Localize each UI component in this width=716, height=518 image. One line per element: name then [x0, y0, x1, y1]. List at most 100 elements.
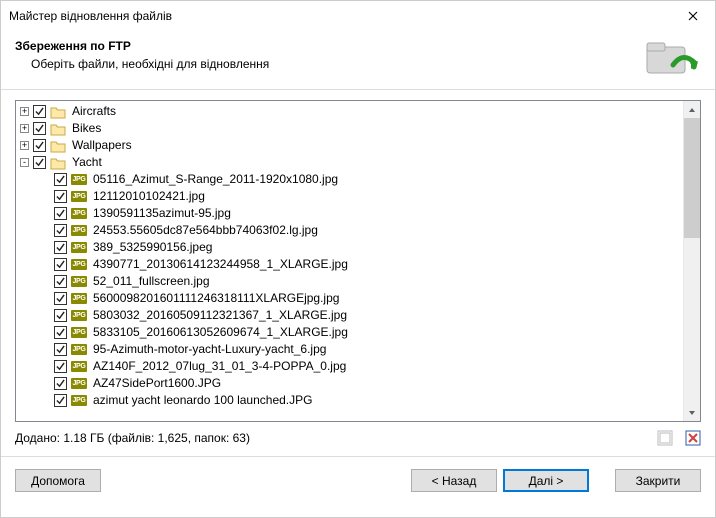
deselect-all-icon[interactable] — [685, 430, 701, 446]
separator-top — [1, 89, 715, 90]
jpg-file-icon: JPG — [71, 360, 87, 373]
status-bar: Додано: 1.18 ГБ (файлів: 1,625, папок: 6… — [1, 422, 715, 446]
checkbox-icon[interactable] — [33, 156, 46, 169]
close-icon — [688, 11, 698, 21]
tree-file-row[interactable]: JPG 24553.55605dc87e564bbb74063f02.lg.jpg — [20, 222, 683, 239]
checkbox-icon[interactable] — [54, 292, 67, 305]
vertical-scrollbar[interactable] — [683, 101, 700, 421]
tree-file-row[interactable]: JPG 5600098201601111246318111XLARGEjpg.jp… — [20, 290, 683, 307]
header-icon — [641, 37, 701, 81]
file-label: 52_011_fullscreen.jpg — [93, 273, 210, 290]
tree-file-row[interactable]: JPG 5803032_20160509112321367_1_XLARGE.jp… — [20, 307, 683, 324]
next-button[interactable]: Далі > — [503, 469, 589, 492]
jpg-file-icon: JPG — [71, 173, 87, 186]
jpg-file-icon: JPG — [71, 190, 87, 203]
close-button[interactable] — [670, 1, 715, 31]
page-subtitle: Оберіть файли, необхідні для відновлення — [15, 57, 641, 71]
tree-file-row[interactable]: JPG 5833105_20160613052609674_1_XLARGE.jp… — [20, 324, 683, 341]
jpg-file-icon: JPG — [71, 326, 87, 339]
tree-file-row[interactable]: JPG 12112010102421.jpg — [20, 188, 683, 205]
checkbox-icon[interactable] — [54, 309, 67, 322]
scroll-thumb[interactable] — [684, 118, 700, 238]
file-label: 05116_Azimut_S-Range_2011-1920x1080.jpg — [93, 171, 338, 188]
checkbox-icon[interactable] — [33, 122, 46, 135]
tree-file-row[interactable]: JPG 4390771_20130614123244958_1_XLARGE.jp… — [20, 256, 683, 273]
back-button[interactable]: < Назад — [411, 469, 497, 492]
file-label: 95-Azimuth-motor-yacht-Luxury-yacht_6.jp… — [93, 341, 326, 358]
tree-file-row[interactable]: JPG1390591135azimut-95.jpg — [20, 205, 683, 222]
select-all-icon[interactable] — [657, 430, 673, 446]
expand-toggle[interactable]: + — [20, 124, 29, 133]
checkbox-icon[interactable] — [54, 190, 67, 203]
jpg-file-icon: JPG — [71, 258, 87, 271]
status-text: Додано: 1.18 ГБ (файлів: 1,625, папок: 6… — [15, 431, 657, 445]
tree-file-row[interactable]: JPG 95-Azimuth-motor-yacht-Luxury-yacht_6… — [20, 341, 683, 358]
file-label: 24553.55605dc87e564bbb74063f02.lg.jpg — [93, 222, 318, 239]
checkbox-icon[interactable] — [54, 241, 67, 254]
checkbox-icon[interactable] — [54, 394, 67, 407]
checkbox-icon[interactable] — [33, 105, 46, 118]
jpg-file-icon: JPG — [71, 343, 87, 356]
expand-toggle[interactable]: - — [20, 158, 29, 167]
jpg-file-icon: JPG — [71, 275, 87, 288]
tree-folder-row[interactable]: + Wallpapers — [20, 137, 683, 154]
file-label: 5600098201601111246318111XLARGEjpg.jpg — [93, 290, 339, 307]
jpg-file-icon: JPG — [71, 292, 87, 305]
checkbox-icon[interactable] — [54, 173, 67, 186]
file-label: AZ47SidePort1600.JPG — [93, 375, 221, 392]
checkbox-icon[interactable] — [54, 343, 67, 356]
file-label: 5833105_20160613052609674_1_XLARGE.jpg — [93, 324, 348, 341]
folder-icon — [50, 122, 66, 136]
file-label: azimut yacht leonardo 100 launched.JPG — [93, 392, 312, 409]
tree-folder-row[interactable]: + Bikes — [20, 120, 683, 137]
window-title: Майстер відновлення файлів — [9, 9, 172, 23]
scroll-track[interactable] — [684, 118, 700, 404]
jpg-file-icon: JPG — [71, 377, 87, 390]
tree-file-row[interactable]: JPG 52_011_fullscreen.jpg — [20, 273, 683, 290]
file-tree[interactable]: + Aircrafts + Bikes + Wallpapers - Yacht JPG 0511… — [16, 101, 683, 421]
checkbox-icon[interactable] — [33, 139, 46, 152]
wizard-footer: Допомога < Назад Далі > Закрити — [1, 457, 715, 506]
tree-folder-row[interactable]: - Yacht — [20, 154, 683, 171]
folder-label: Yacht — [72, 154, 102, 171]
file-label: 5803032_20160509112321367_1_XLARGE.jpg — [93, 307, 347, 324]
close-wizard-button[interactable]: Закрити — [615, 469, 701, 492]
tree-file-row[interactable]: JPG azimut yacht leonardo 100 launched.JP… — [20, 392, 683, 409]
checkbox-icon[interactable] — [54, 258, 67, 271]
file-tree-container: + Aircrafts + Bikes + Wallpapers - Yacht JPG 0511… — [15, 100, 701, 422]
file-label: AZ140F_2012_07lug_31_01_3-4-POPPA_0.jpg — [93, 358, 346, 375]
tree-file-row[interactable]: JPG AZ47SidePort1600.JPG — [20, 375, 683, 392]
folder-label: Aircrafts — [72, 103, 116, 120]
jpg-file-icon: JPG — [71, 309, 87, 322]
scroll-down-button[interactable] — [684, 404, 700, 421]
scroll-up-button[interactable] — [684, 101, 700, 118]
folder-icon — [50, 105, 66, 119]
file-label: 389_5325990156.jpeg — [93, 239, 212, 256]
help-button[interactable]: Допомога — [15, 469, 101, 492]
titlebar: Майстер відновлення файлів — [1, 1, 715, 31]
folder-icon — [50, 139, 66, 153]
checkbox-icon[interactable] — [54, 377, 67, 390]
expand-toggle[interactable]: + — [20, 141, 29, 150]
tree-file-row[interactable]: JPG 05116_Azimut_S-Range_2011-1920x1080.j… — [20, 171, 683, 188]
expand-toggle[interactable]: + — [20, 107, 29, 116]
checkbox-icon[interactable] — [54, 224, 67, 237]
jpg-file-icon: JPG — [71, 394, 87, 407]
checkbox-icon[interactable] — [54, 275, 67, 288]
folder-label: Wallpapers — [72, 137, 132, 154]
folder-icon — [50, 156, 66, 170]
file-label: 4390771_20130614123244958_1_XLARGE.jpg — [93, 256, 348, 273]
tree-file-row[interactable]: JPG 389_5325990156.jpeg — [20, 239, 683, 256]
jpg-file-icon: JPG — [71, 241, 87, 254]
checkbox-icon[interactable] — [54, 360, 67, 373]
wizard-header: Збереження по FTP Оберіть файли, необхід… — [1, 31, 715, 89]
checkbox-icon[interactable] — [54, 326, 67, 339]
checkbox-icon[interactable] — [54, 207, 67, 220]
tree-folder-row[interactable]: + Aircrafts — [20, 103, 683, 120]
file-label: 12112010102421.jpg — [93, 188, 205, 205]
tree-file-row[interactable]: JPG AZ140F_2012_07lug_31_01_3-4-POPPA_0.j… — [20, 358, 683, 375]
jpg-file-icon: JPG — [71, 224, 87, 237]
page-title: Збереження по FTP — [15, 39, 641, 53]
jpg-file-icon: JPG — [71, 207, 87, 220]
folder-label: Bikes — [72, 120, 101, 137]
